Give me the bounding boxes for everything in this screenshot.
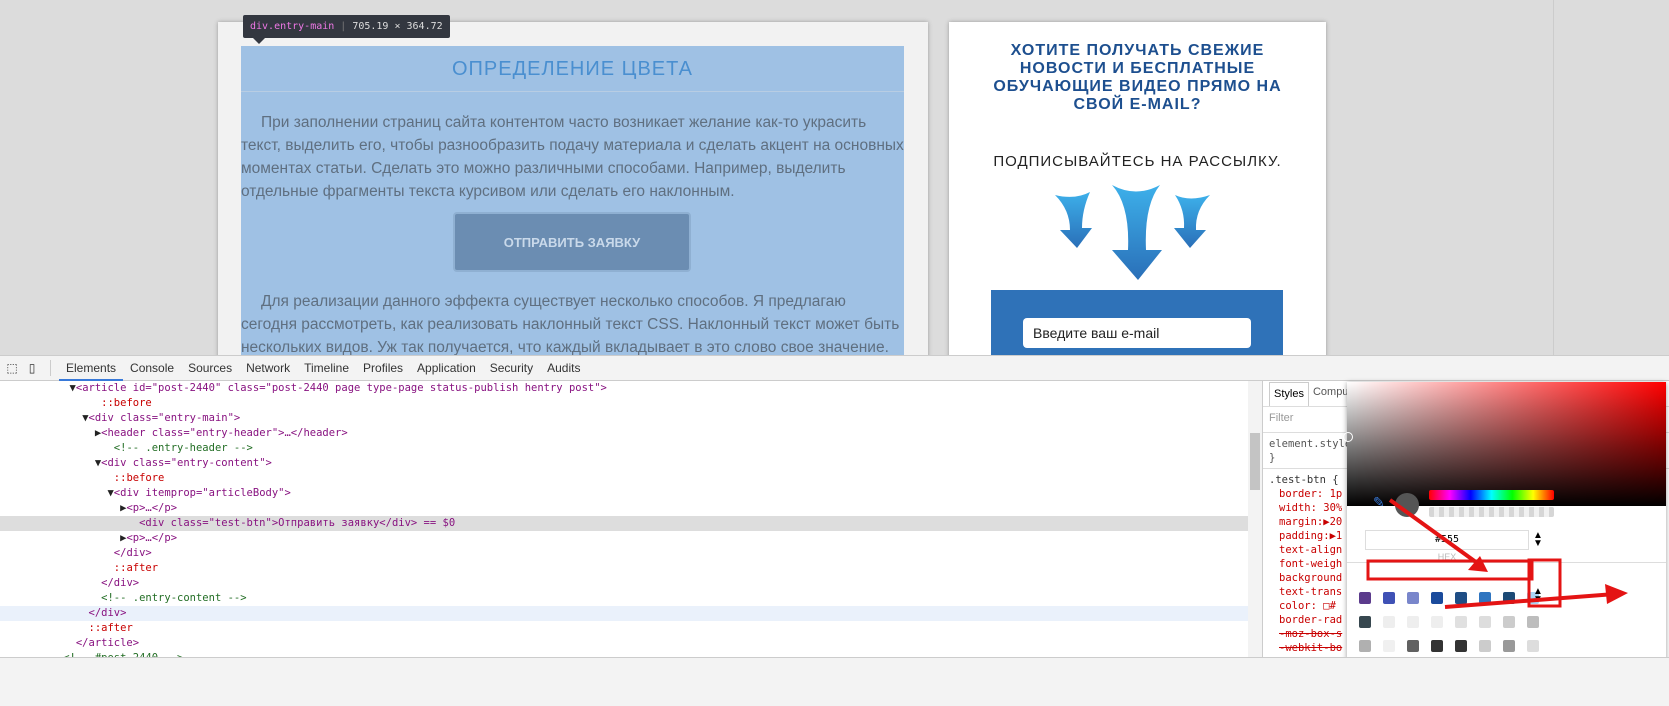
dom-node[interactable]: </div> [0,606,1248,621]
color-picker: ✎ #555 HEX ▲ ▼ ▲ ▼ [1343,382,1666,660]
saturation-area[interactable] [1343,382,1666,506]
tooltip-arrow [253,38,265,44]
dom-node[interactable]: ::after [0,621,1248,636]
color-swatch[interactable] [1527,640,1539,652]
color-swatch[interactable] [1503,592,1515,604]
paragraph: При заполнении страниц сайта контентом ч… [241,114,904,200]
current-color-swatch [1395,493,1419,517]
color-swatch[interactable] [1383,616,1395,628]
color-swatch[interactable] [1455,616,1467,628]
inspect-tooltip: div.entry-main | 705.19 × 364.72 [243,15,450,38]
dom-node[interactable]: </div> [0,576,1248,591]
tab-security[interactable]: Security [483,356,540,381]
color-swatch[interactable] [1383,592,1395,604]
eyedropper-icon[interactable]: ✎ [1373,494,1385,511]
tooltip-size: 705.19 × 364.72 [352,21,443,32]
submit-request-button[interactable]: ОТПРАВИТЬ ЗАЯВКУ [453,212,691,272]
devtools-toolbar: ⬚ ▯ Elements Console Sources Network Timelin… [0,355,1669,381]
dom-node[interactable]: ▶<p>…</p> [0,531,1248,546]
color-swatch[interactable] [1527,616,1539,628]
dom-node[interactable]: ::before [0,396,1248,411]
color-swatch[interactable] [1455,592,1467,604]
tab-network[interactable]: Network [239,356,297,381]
color-swatch[interactable] [1431,592,1443,604]
palette-toggle-icon[interactable]: ▲ ▼ [1533,587,1543,605]
dom-node[interactable]: ▼<article id="post-2440" class="post-244… [0,381,1248,396]
webpage-viewport: ОПРЕДЕЛЕНИЕ ЦВЕТА При заполнении страниц… [0,0,1669,355]
dom-node[interactable]: ▶<header class="entry-header">…</header> [0,426,1248,441]
tab-styles[interactable]: Styles [1269,382,1309,406]
dom-node[interactable]: ▶<p>…</p> [0,501,1248,516]
color-swatch[interactable] [1359,640,1371,652]
arrows-down-icon [1055,185,1210,280]
page-title: ОПРЕДЕЛЕНИЕ ЦВЕТА [241,58,904,92]
color-swatch[interactable] [1479,640,1491,652]
dom-node[interactable]: <div class="test-btn">Отправить заявку</… [0,516,1248,531]
color-swatch[interactable] [1431,616,1443,628]
device-mode-icon[interactable]: ▯ [22,361,42,375]
tab-timeline[interactable]: Timeline [297,356,356,381]
tab-application[interactable]: Application [410,356,483,381]
inspect-icon[interactable]: ⬚ [2,361,22,375]
color-swatch[interactable] [1407,616,1419,628]
dom-node[interactable]: ::after [0,561,1248,576]
color-swatch[interactable] [1503,616,1515,628]
paragraph: Для реализации данного эффекта существуе… [241,293,900,355]
dom-node[interactable]: <!-- .entry-content --> [0,591,1248,606]
elements-scrollbar[interactable] [1248,381,1262,657]
dom-node[interactable]: <!-- .entry-header --> [0,441,1248,456]
dom-node[interactable]: ▼<div itemprop="articleBody"> [0,486,1248,501]
hex-input[interactable]: #555 [1365,530,1529,550]
color-swatch[interactable] [1359,592,1371,604]
color-swatch[interactable] [1479,616,1491,628]
color-swatch[interactable] [1431,640,1443,652]
dom-node[interactable]: ▼<div class="entry-content"> [0,456,1248,471]
color-swatch[interactable] [1383,640,1395,652]
color-swatch[interactable] [1455,640,1467,652]
color-swatch[interactable] [1359,616,1371,628]
hue-slider[interactable] [1429,490,1554,500]
color-swatch[interactable] [1407,640,1419,652]
dom-node[interactable]: ▼<div class="entry-main"> [0,411,1248,426]
color-swatch[interactable] [1479,592,1491,604]
tooltip-tag: div.entry-main [250,21,335,32]
breadcrumb-bar [0,657,1669,706]
alpha-slider[interactable] [1429,507,1554,517]
dom-node[interactable]: ::before [0,471,1248,486]
dom-node[interactable]: </article> [0,636,1248,651]
tab-sources[interactable]: Sources [181,356,239,381]
tab-profiles[interactable]: Profiles [356,356,410,381]
promo-heading: ХОТИТЕ ПОЛУЧАТЬ СВЕЖИЕ НОВОСТИ И БЕСПЛАТ… [993,42,1282,113]
format-toggle-icon[interactable]: ▲ ▼ [1533,531,1543,549]
color-swatch[interactable] [1407,592,1419,604]
tab-computed[interactable]: Compu [1309,381,1352,406]
elements-tree: ▼<article id="post-2440" class="post-244… [0,381,1248,657]
email-input[interactable]: Введите ваш e-mail [1023,318,1251,348]
tab-elements[interactable]: Elements [59,356,124,381]
tab-audits[interactable]: Audits [540,356,587,381]
color-swatch[interactable] [1503,640,1515,652]
format-label: HEX [1437,552,1457,562]
dom-node[interactable]: </div> [0,546,1248,561]
subscribe-text: ПОДПИСЫВАЙТЕСЬ НА РАССЫЛКУ. [993,153,1282,170]
page-scrollbar[interactable] [1553,0,1669,355]
tab-console[interactable]: Console [123,356,181,381]
